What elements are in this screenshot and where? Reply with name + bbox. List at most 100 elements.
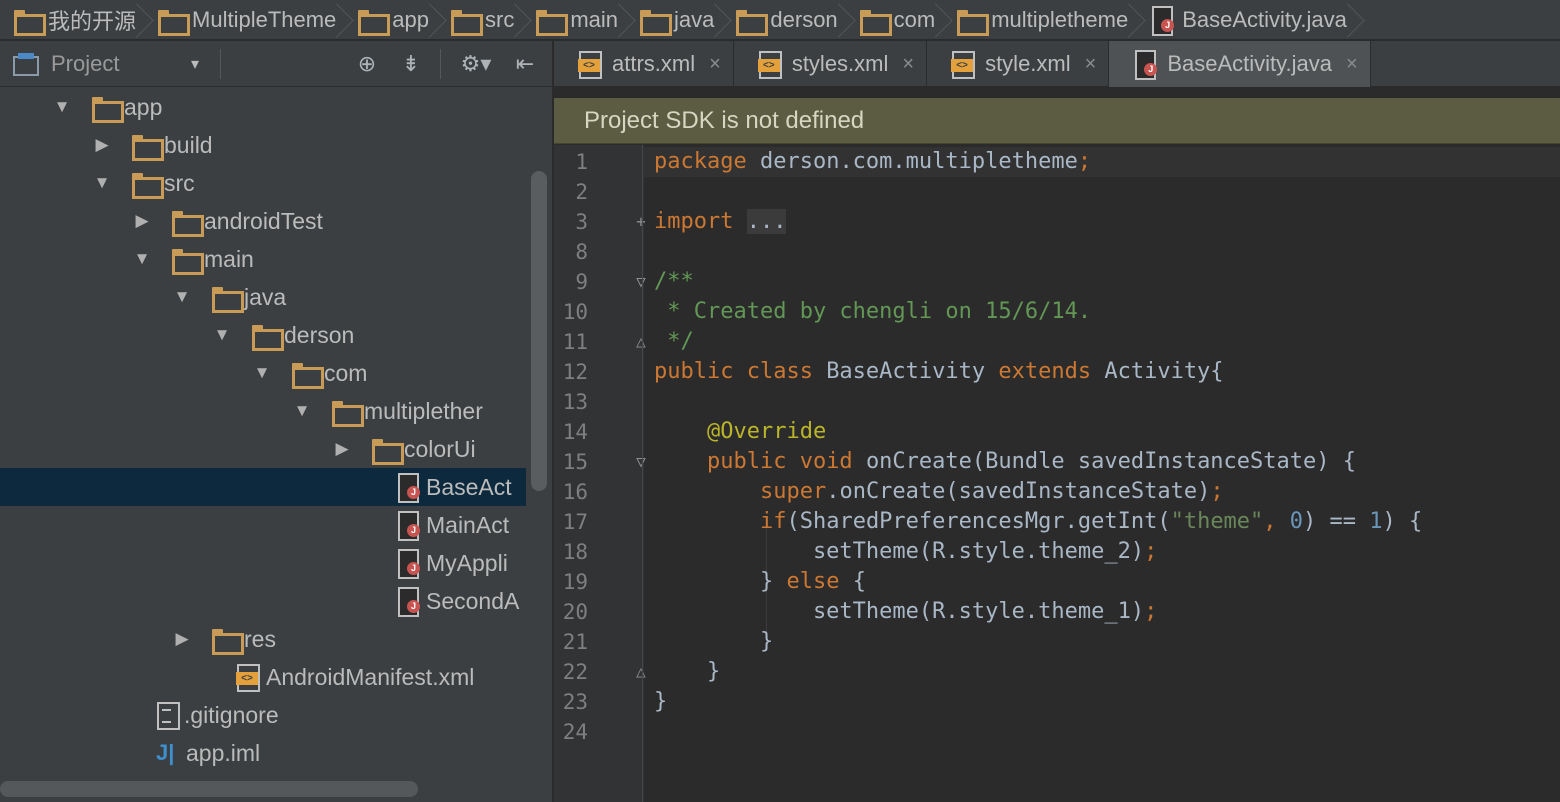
tree-item[interactable]: ▼ src [0,164,526,202]
collapsed-arrow-icon[interactable]: ▶ [168,629,196,649]
tree-item[interactable]: ▶ androidTest [0,202,526,240]
code-token: public void [706,449,866,474]
folder-icon [132,135,164,161]
code-line[interactable]: import ... [654,207,787,237]
breadcrumb-item[interactable]: main [522,0,626,39]
expanded-arrow-icon[interactable]: ▼ [288,401,316,421]
code-editor[interactable]: 1 2 3 +8 9 ▽ 10 11 △ 12 13 14 15 ▽ 16 17 18 19 20 21 22 △ 23 24… [554,145,1560,802]
close-icon[interactable]: × [902,53,914,76]
close-icon[interactable]: × [1346,53,1358,76]
tree-item[interactable]: ▼ main [0,240,526,278]
code-line[interactable]: } [654,627,773,657]
code-token: "theme" [1170,509,1264,534]
fold-marker-icon[interactable]: ▽ [632,273,650,291]
tree-item[interactable]: ▶ build [0,126,526,164]
gear-icon[interactable]: ⚙▾ [454,49,498,79]
code-line[interactable]: */ [654,327,694,357]
breadcrumb-item[interactable]: BaseActivity.java [1136,0,1355,39]
collapse-all-icon[interactable]: ⇟ [396,49,426,79]
tree-item[interactable]: BaseAct [0,468,526,506]
tree-item[interactable]: .gitignore [0,696,526,734]
tree-item-label: app.iml [186,739,261,766]
fold-marker-icon[interactable]: △ [632,663,650,681]
chevron-down-icon[interactable]: ▾ [191,54,221,74]
fold-marker-icon[interactable]: △ [632,333,650,351]
expanded-arrow-icon[interactable]: ▼ [48,97,76,117]
breadcrumb-label: derson [770,6,838,32]
code-line[interactable]: } [654,687,667,717]
code-line[interactable]: if(SharedPreferencesMgr.getInt("theme", … [654,507,1422,537]
line-number: 3 [575,210,588,234]
code-line[interactable]: setTheme(R.style.theme_1); [654,597,1157,627]
breadcrumb-item[interactable]: app [344,0,437,39]
expand-fold-icon[interactable]: + [632,213,650,231]
tree-item[interactable]: ▼ derson [0,316,526,354]
expanded-arrow-icon[interactable]: ▼ [128,249,156,269]
code-token: } [654,659,721,684]
code-line[interactable]: } else { [654,567,866,597]
expanded-arrow-icon[interactable]: ▼ [208,325,236,345]
tree-item[interactable]: ▶ colorUi [0,430,526,468]
fold-marker-icon[interactable]: ▽ [632,453,650,471]
breadcrumb-item[interactable]: java [626,0,722,39]
collapsed-arrow-icon[interactable]: ▶ [328,439,356,459]
tree-item[interactable]: ▼ multiplether [0,392,526,430]
expanded-arrow-icon[interactable]: ▼ [248,363,276,383]
breadcrumb-label: com [893,6,936,32]
breadcrumb-item[interactable]: MultipleTheme [144,0,344,39]
tree-item[interactable]: ▼ java [0,278,526,316]
code-line[interactable]: public class BaseActivity extends Activi… [654,357,1224,387]
code-line[interactable]: public void onCreate(Bundle savedInstanc… [654,447,1356,477]
close-icon[interactable]: × [1085,53,1097,76]
breadcrumb-item[interactable]: com [846,0,944,39]
breadcrumb-item[interactable]: 我的开源 [0,0,144,39]
hide-panel-icon[interactable]: ⇤ [510,49,540,79]
tree-item[interactable]: MyAppli [0,544,526,582]
collapsed-arrow-icon[interactable]: ▶ [128,211,156,231]
editor-tab-bar: attrs.xml×styles.xml×style.xml×BaseActiv… [554,41,1560,87]
tree-horizontal-scrollbar[interactable] [0,781,418,797]
breadcrumb-label: java [674,6,715,32]
code-token: super [759,479,827,504]
code-token: ; [1210,479,1224,504]
collapsed-arrow-icon[interactable]: ▶ [88,135,116,155]
editor-tab[interactable]: attrs.xml × [554,41,734,87]
code-token: ; [1144,539,1158,564]
code-token: } [654,689,668,714]
tree-item[interactable]: ▼ app [0,88,526,126]
editor-tab[interactable]: BaseActivity.java × [1109,41,1371,87]
tree-item[interactable]: SecondA [0,582,526,620]
code-line[interactable]: @Override [654,417,826,447]
code-line[interactable]: setTheme(R.style.theme_2); [654,537,1157,567]
tab-label: attrs.xml [612,51,696,76]
navigation-breadcrumb: 我的开源 MultipleTheme app src main java derson com… [0,0,1560,40]
editor-tab[interactable]: style.xml × [927,41,1110,87]
tree-item[interactable]: ▼ com [0,354,526,392]
expanded-arrow-icon[interactable]: ▼ [88,173,116,193]
breadcrumb-item[interactable]: derson [722,0,845,39]
tree-item[interactable]: MainAct [0,506,526,544]
tree-item[interactable]: ▶ res [0,620,526,658]
editor-tab[interactable]: styles.xml × [734,41,928,87]
breadcrumb-item[interactable]: multipletheme [943,0,1136,39]
code-token: { [852,569,866,594]
tree-vertical-scrollbar[interactable] [528,171,550,531]
project-view-selector[interactable]: Project [51,51,191,77]
folded-code-placeholder[interactable]: ... [746,209,787,234]
target-icon[interactable]: ⊕ [352,49,382,79]
code-line[interactable]: /** [654,267,694,297]
tree-item[interactable]: J| app.iml [0,734,526,772]
breadcrumb-item[interactable]: src [437,0,522,39]
sdk-warning-banner[interactable]: Project SDK is not defined [554,98,1560,144]
code-line[interactable]: super.onCreate(savedInstanceState); [654,477,1224,507]
line-number: 11 [562,330,588,354]
tree-item-label: colorUi [404,435,476,462]
breadcrumb-label: MultipleTheme [192,6,337,32]
close-icon[interactable]: × [709,53,721,76]
code-line[interactable]: } [654,657,720,687]
code-line[interactable]: package derson.com.multipletheme; [654,147,1091,177]
tree-item[interactable]: AndroidManifest.xml [0,658,526,696]
code-line[interactable]: * Created by chengli on 15/6/14. [654,297,1091,327]
expanded-arrow-icon[interactable]: ▼ [168,287,196,307]
code-token: , [1263,509,1290,534]
